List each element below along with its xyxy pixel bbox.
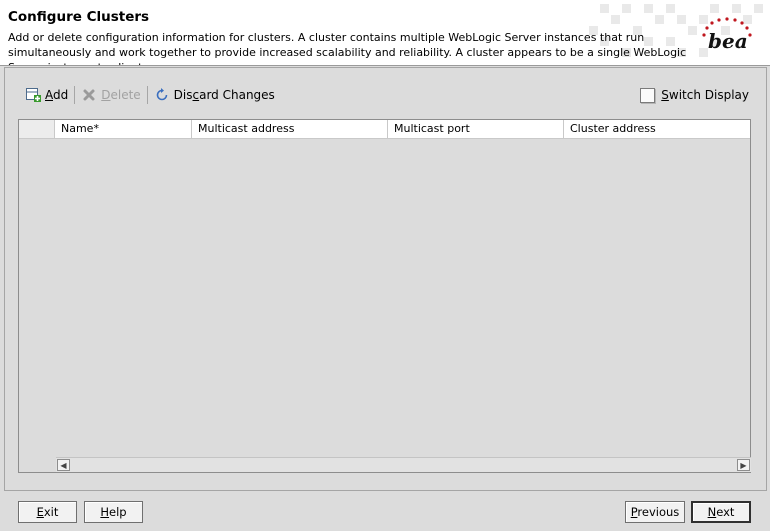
add-row-icon: [25, 87, 41, 103]
delete-x-icon: [81, 87, 97, 103]
delete-label: Delete: [101, 88, 141, 102]
toolbar-separator: [146, 86, 148, 104]
help-button[interactable]: Help: [84, 501, 143, 523]
discard-changes-label: Discard Changes: [173, 88, 275, 102]
clusters-table[interactable]: Name* Multicast address Multicast port C…: [18, 119, 751, 473]
page-title: Configure Clusters: [8, 9, 150, 25]
delete-button[interactable]: Delete: [78, 86, 143, 104]
toolbar: Add Delete Discard Changes: [22, 86, 278, 104]
scroll-left-icon[interactable]: ◀: [57, 459, 70, 471]
header-panel: Configure Clusters Add or delete configu…: [0, 0, 770, 66]
column-header-cluster-address[interactable]: Cluster address: [564, 120, 750, 138]
bea-logo: bea: [702, 17, 752, 53]
refresh-icon: [154, 87, 170, 103]
toolbar-separator: [74, 86, 76, 104]
logo-text: bea: [708, 29, 748, 53]
column-header-multicast-port[interactable]: Multicast port: [388, 120, 564, 138]
switch-display-label: Switch Display: [661, 88, 749, 102]
previous-button[interactable]: Previous: [625, 501, 685, 523]
switch-display-button[interactable]: Switch Display: [640, 86, 749, 104]
table-header: Name* Multicast address Multicast port C…: [19, 120, 750, 139]
exit-button[interactable]: Exit: [18, 501, 77, 523]
page-description: Add or delete configuration information …: [8, 31, 687, 65]
switch-display-icon: [640, 87, 656, 103]
row-header-corner: [19, 120, 55, 138]
horizontal-scrollbar[interactable]: ◀ ▶: [56, 457, 751, 472]
column-header-multicast-address[interactable]: Multicast address: [192, 120, 388, 138]
column-header-name[interactable]: Name*: [55, 120, 192, 138]
discard-changes-button[interactable]: Discard Changes: [151, 86, 278, 104]
add-label: Add: [45, 88, 69, 102]
add-button[interactable]: Add: [22, 86, 71, 104]
next-button[interactable]: Next: [691, 501, 751, 523]
scroll-right-icon[interactable]: ▶: [737, 459, 750, 471]
